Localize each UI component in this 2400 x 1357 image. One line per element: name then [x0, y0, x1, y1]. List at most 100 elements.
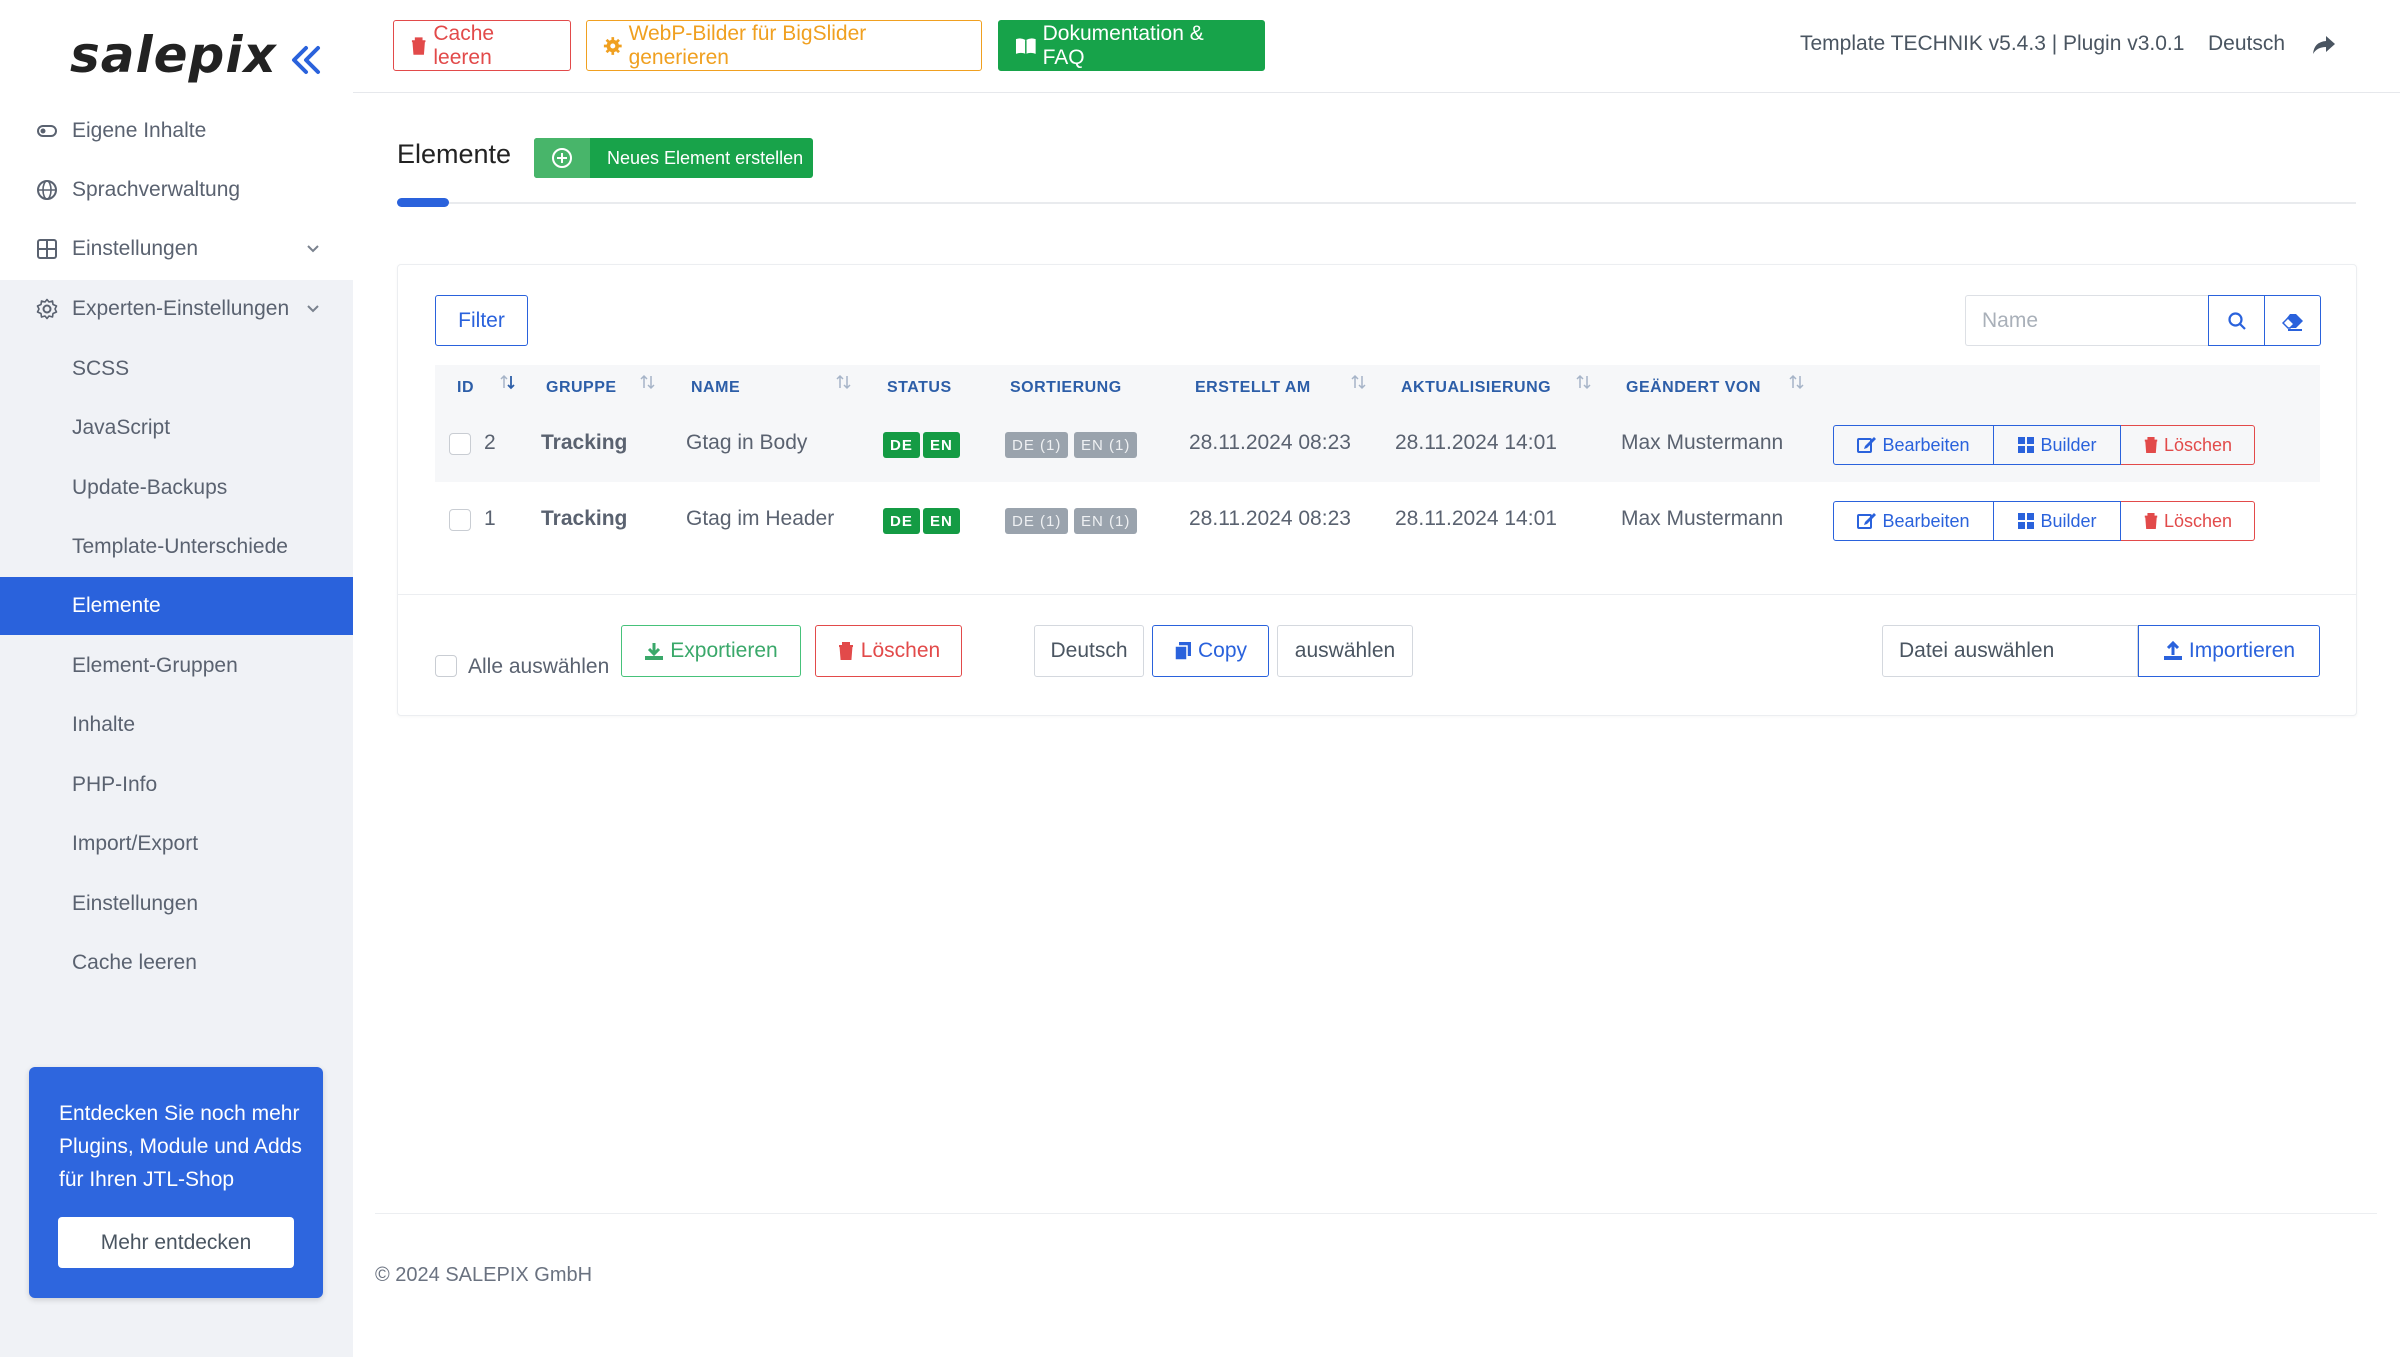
search-button[interactable] — [2208, 295, 2265, 346]
select-all-label[interactable]: Alle auswählen — [468, 655, 609, 679]
builder-button[interactable]: Builder — [1994, 501, 2121, 541]
sort-icon[interactable] — [1788, 373, 1806, 396]
eraser-icon — [2281, 313, 2303, 331]
new-element-button[interactable]: Neues Element erstellen — [534, 138, 813, 178]
select-all-checkbox[interactable] — [435, 655, 457, 677]
collapse-sidebar-icon[interactable] — [288, 40, 326, 80]
globe-icon — [34, 177, 60, 203]
edit-button[interactable]: Bearbeiten — [1833, 501, 1994, 541]
trash-icon — [838, 642, 853, 660]
copy-label: Copy — [1197, 639, 1248, 662]
row-created: 28.11.2024 08:23 — [1189, 507, 1351, 530]
gear-icon — [34, 296, 60, 322]
webp-generate-label: WebP-Bilder für BigSlider generieren — [628, 21, 867, 69]
delete-button[interactable]: Löschen — [2121, 501, 2255, 541]
row-changed-by: Max Mustermann — [1621, 507, 1784, 530]
toggle-icon — [34, 118, 60, 144]
delete-button[interactable]: Löschen — [2121, 425, 2255, 465]
row-checkbox[interactable] — [449, 509, 471, 531]
sort-icon[interactable] — [639, 373, 657, 396]
promo-button[interactable]: Mehr entdecken — [58, 1217, 294, 1268]
col-name[interactable]: NAME — [691, 379, 740, 397]
delete-label: Löschen — [2163, 434, 2233, 455]
documentation-button[interactable]: Dokumentation & FAQ — [998, 20, 1265, 71]
status-badge: EN — [923, 432, 960, 458]
copy-language-select[interactable]: Deutsch — [1034, 625, 1144, 677]
row-id: 2 — [484, 431, 496, 454]
status-badge: DE — [883, 508, 920, 534]
builder-button[interactable]: Builder — [1994, 425, 2121, 465]
sort-icon[interactable] — [499, 373, 517, 396]
row-name: Gtag im Header — [686, 507, 835, 530]
logo[interactable]: salepix — [70, 26, 277, 84]
gear-icon — [603, 36, 622, 55]
clear-search-button[interactable] — [2264, 295, 2321, 346]
col-changed-by[interactable]: GEÄNDERT VON — [1626, 379, 1761, 397]
sort-badge: DE (1) — [1005, 508, 1069, 534]
col-group[interactable]: GRUPPE — [546, 379, 617, 397]
book-icon — [1015, 37, 1036, 54]
import-button[interactable]: Importieren — [2138, 625, 2320, 677]
top-bar: Cache leeren WebP-Bilder für BigSlider g… — [353, 0, 2400, 93]
select-target-button[interactable]: auswählen — [1277, 625, 1413, 677]
col-created[interactable]: ERSTELLT AM — [1195, 379, 1311, 397]
edit-button[interactable]: Bearbeiten — [1833, 425, 1994, 465]
col-status: STATUS — [887, 379, 952, 396]
sidebar-sub-elemente[interactable]: Elemente — [0, 577, 353, 635]
search-input[interactable] — [1965, 295, 2209, 346]
share-icon[interactable] — [2311, 33, 2337, 62]
sort-icon[interactable] — [835, 373, 853, 396]
trash-icon — [2144, 437, 2158, 453]
sort-icon[interactable] — [1350, 373, 1368, 396]
language-selector[interactable]: Deutsch — [2208, 32, 2285, 56]
delete-label: Löschen — [2163, 510, 2233, 531]
row-changed-by: Max Mustermann — [1621, 431, 1784, 454]
sidebar-item-einstellungen[interactable]: Einstellungen — [0, 220, 353, 278]
sort-icon[interactable] — [1575, 373, 1593, 396]
col-updated[interactable]: AKTUALISIERUNG — [1401, 379, 1551, 397]
trash-icon — [411, 36, 426, 55]
sidebar-item-label: Sprachverwaltung — [72, 178, 241, 201]
copyright: © 2024 SALEPIX GmbH — [375, 1264, 593, 1286]
table-row: 1 Tracking Gtag im Header DE EN DE (1) E… — [435, 483, 2320, 558]
sidebar-sub-import-export[interactable]: Import/Export — [0, 815, 353, 873]
page-title: Elemente — [397, 139, 512, 169]
copy-button[interactable]: Copy — [1152, 625, 1269, 677]
sidebar-item-label: Eigene Inhalte — [72, 119, 207, 142]
footer-divider — [375, 1213, 2377, 1214]
filter-button[interactable]: Filter — [435, 295, 528, 346]
promo-text: Entdecken Sie noch mehr Plugins, Module … — [59, 1102, 302, 1191]
sort-badge: EN (1) — [1074, 432, 1138, 458]
tab-divider — [397, 202, 2356, 204]
status-badge: EN — [923, 508, 960, 534]
builder-label: Builder — [2040, 510, 2097, 531]
row-checkbox[interactable] — [449, 433, 471, 455]
tab-active-indicator — [397, 198, 449, 207]
file-select-input[interactable]: Datei auswählen — [1882, 625, 2138, 677]
row-name: Gtag in Body — [686, 431, 808, 454]
webp-generate-button[interactable]: WebP-Bilder für BigSlider generieren — [586, 20, 982, 71]
edit-label: Bearbeiten — [1882, 510, 1970, 531]
cache-clear-button[interactable]: Cache leeren — [393, 20, 571, 71]
sidebar-item-sprachverwaltung[interactable]: Sprachverwaltung — [0, 161, 353, 219]
sidebar-item-experten-einstellungen[interactable]: Experten-Einstellungen — [0, 280, 353, 338]
sidebar-sub-update-backups[interactable]: Update-Backups — [0, 459, 353, 517]
sidebar-sub-cache-leeren[interactable]: Cache leeren — [0, 934, 353, 992]
sidebar-sub-inhalte[interactable]: Inhalte — [0, 696, 353, 754]
export-label: Exportieren — [670, 639, 778, 662]
bulk-delete-button[interactable]: Löschen — [815, 625, 962, 677]
sidebar-sub-javascript[interactable]: JavaScript — [0, 399, 353, 457]
plus-circle-icon — [534, 138, 590, 178]
row-created: 28.11.2024 08:23 — [1189, 431, 1351, 454]
sidebar-sub-einstellungen[interactable]: Einstellungen — [0, 875, 353, 933]
builder-label: Builder — [2040, 434, 2097, 455]
row-group: Tracking — [541, 431, 628, 454]
sidebar-item-eigene-inhalte[interactable]: Eigene Inhalte — [0, 102, 353, 160]
sidebar-sub-element-gruppen[interactable]: Element-Gruppen — [0, 637, 353, 695]
sidebar-sub-php-info[interactable]: PHP-Info — [0, 756, 353, 814]
export-button[interactable]: Exportieren — [621, 625, 801, 677]
col-id[interactable]: ID — [457, 379, 474, 397]
sidebar-sub-scss[interactable]: SCSS — [0, 340, 353, 398]
grid-icon — [2018, 513, 2035, 529]
sidebar-sub-template-unterschiede[interactable]: Template-Unterschiede — [0, 518, 353, 576]
